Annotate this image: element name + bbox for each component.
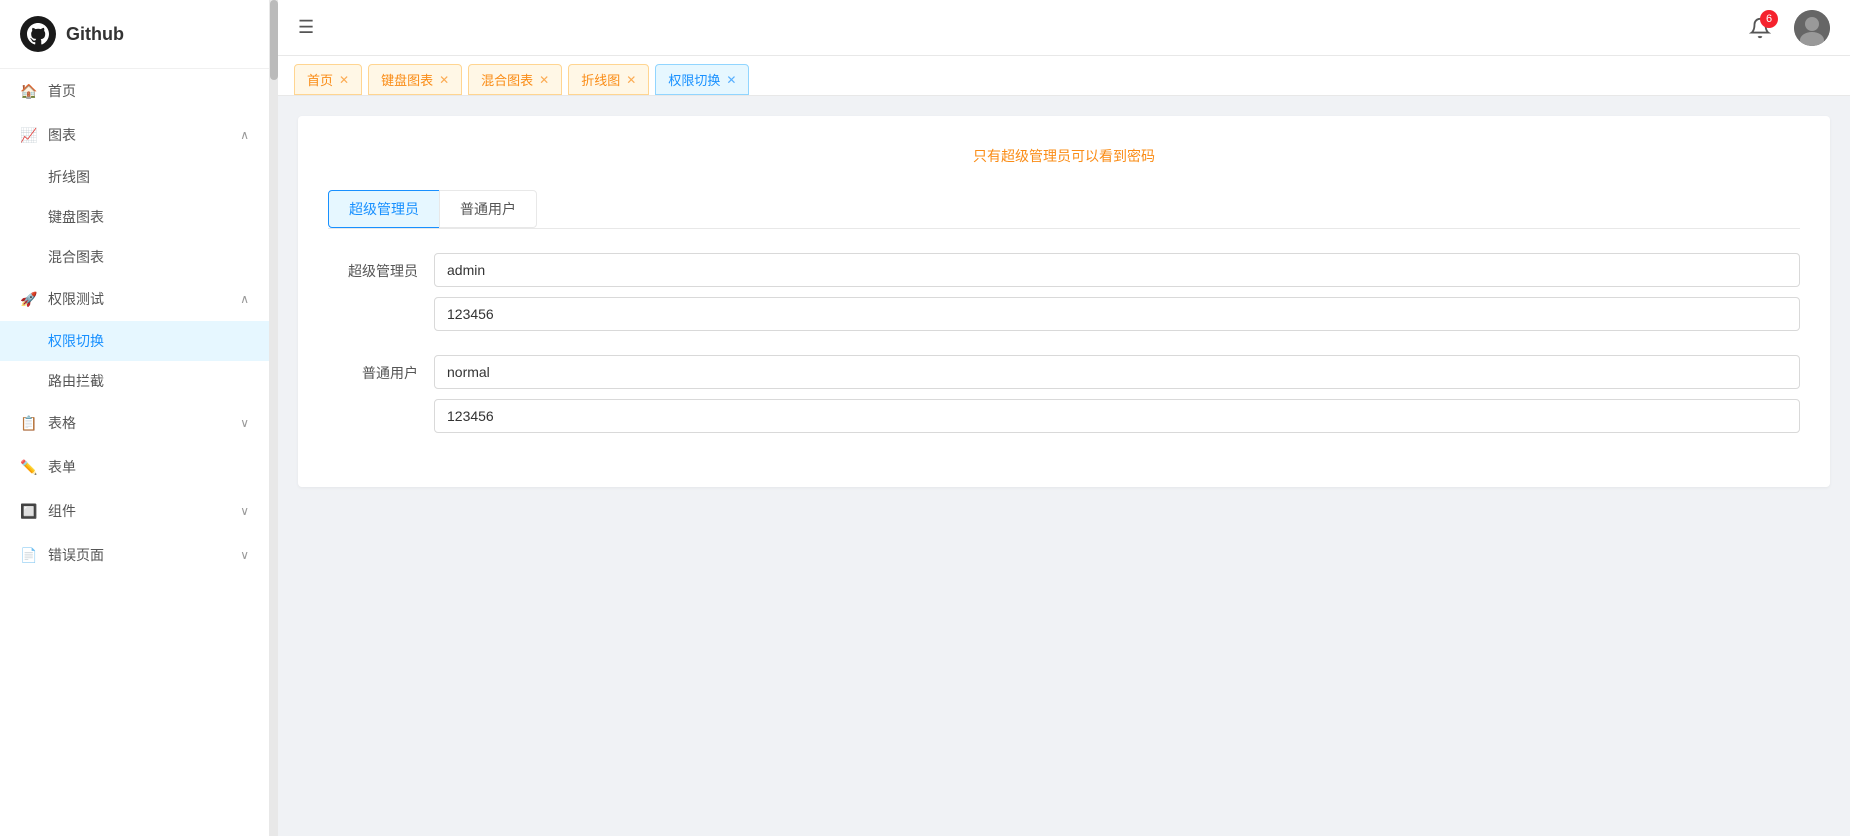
- logo-icon: [20, 16, 56, 52]
- error-pages-expand-icon: ∨: [240, 548, 249, 562]
- components-icon: 🔲: [20, 502, 38, 520]
- sidebar-item-keyboard-chart[interactable]: 键盘图表: [0, 197, 269, 237]
- tab-mixed-close[interactable]: ✕: [539, 73, 549, 87]
- table-icon: 📋: [20, 414, 38, 432]
- normal-label: 普通用户: [328, 355, 418, 383]
- sidebar-item-components[interactable]: 🔲 组件 ∨: [0, 489, 269, 533]
- tab-home-close[interactable]: ✕: [339, 73, 349, 87]
- tab-home-label: 首页: [307, 70, 333, 89]
- tab-line-label: 折线图: [581, 70, 620, 89]
- sidebar-scrollbar-thumb[interactable]: [270, 0, 278, 80]
- admin-password-input[interactable]: [434, 297, 1800, 331]
- home-icon: 🏠: [20, 82, 38, 100]
- normal-form-row: 普通用户: [328, 355, 1800, 433]
- role-tabs: 超级管理员 普通用户: [328, 190, 1800, 229]
- sidebar-item-components-label: 组件: [48, 501, 230, 521]
- tab-permission-label: 权限切换: [668, 70, 720, 89]
- main-area: ☰ 6 首页 ✕ 键盘图表: [278, 0, 1850, 836]
- normal-password-input[interactable]: [434, 399, 1800, 433]
- tab-keyboard[interactable]: 键盘图表 ✕: [368, 64, 462, 95]
- tab-home[interactable]: 首页 ✕: [294, 64, 362, 95]
- sidebar-item-home[interactable]: 🏠 首页: [0, 69, 269, 113]
- avatar-image: [1794, 10, 1830, 46]
- sidebar-logo: Github: [0, 0, 269, 69]
- sidebar-item-route-guard[interactable]: 路由拦截: [0, 361, 269, 401]
- page-content: 只有超级管理员可以看到密码 超级管理员 普通用户 超级管理员: [278, 96, 1850, 836]
- tab-mixed-label: 混合图表: [481, 70, 533, 89]
- normal-fields: [434, 355, 1800, 433]
- sidebar-item-keyboard-chart-label: 键盘图表: [48, 207, 104, 227]
- sidebar-item-form-label: 表单: [48, 457, 249, 477]
- role-tab-admin[interactable]: 超级管理员: [328, 190, 440, 228]
- sidebar-item-charts-label: 图表: [48, 125, 230, 145]
- sidebar-item-error-pages-label: 错误页面: [48, 545, 230, 565]
- sidebar-item-table[interactable]: 📋 表格 ∨: [0, 401, 269, 445]
- normal-username-input[interactable]: [434, 355, 1800, 389]
- app-title: Github: [66, 24, 124, 45]
- admin-username-input[interactable]: [434, 253, 1800, 287]
- sidebar-item-permission-test-label: 权限测试: [48, 289, 230, 309]
- avatar[interactable]: [1794, 10, 1830, 46]
- notification-badge: 6: [1760, 10, 1778, 28]
- sidebar-item-permission-test[interactable]: 🚀 权限测试 ∧: [0, 277, 269, 321]
- admin-notice: 只有超级管理员可以看到密码: [328, 146, 1800, 166]
- header-right: 6: [1742, 10, 1830, 46]
- charts-collapse-icon: ∧: [240, 128, 249, 142]
- sidebar-item-line-chart[interactable]: 折线图: [0, 157, 269, 197]
- tab-permission-close[interactable]: ✕: [726, 73, 736, 87]
- error-pages-icon: 📄: [20, 546, 38, 564]
- header-left: ☰: [298, 17, 314, 38]
- header: ☰ 6: [278, 0, 1850, 56]
- role-tab-admin-label: 超级管理员: [349, 201, 419, 217]
- tab-keyboard-label: 键盘图表: [381, 70, 433, 89]
- sidebar-item-error-pages[interactable]: 📄 错误页面 ∨: [0, 533, 269, 577]
- sidebar-item-home-label: 首页: [48, 81, 249, 101]
- sidebar-item-mixed-chart-label: 混合图表: [48, 247, 104, 267]
- tab-mixed[interactable]: 混合图表 ✕: [468, 64, 562, 95]
- content-card: 只有超级管理员可以看到密码 超级管理员 普通用户 超级管理员: [298, 116, 1830, 487]
- normal-section: 普通用户: [328, 355, 1800, 433]
- sidebar: Github 🏠 首页 📈 图表 ∧ 折线图 键盘图表 混合图表 🚀 权限测试 …: [0, 0, 270, 836]
- role-tab-normal-label: 普通用户: [460, 201, 516, 217]
- tab-keyboard-close[interactable]: ✕: [439, 73, 449, 87]
- tabs-bar: 首页 ✕ 键盘图表 ✕ 混合图表 ✕ 折线图 ✕ 权限切换 ✕: [278, 56, 1850, 96]
- table-expand-icon: ∨: [240, 416, 249, 430]
- permission-test-icon: 🚀: [20, 290, 38, 308]
- admin-form-row: 超级管理员: [328, 253, 1800, 331]
- sidebar-scrollbar[interactable]: [270, 0, 278, 836]
- menu-toggle-button[interactable]: ☰: [298, 17, 314, 38]
- notification-button[interactable]: 6: [1742, 10, 1778, 46]
- sidebar-item-table-label: 表格: [48, 413, 230, 433]
- sidebar-item-charts[interactable]: 📈 图表 ∧: [0, 113, 269, 157]
- admin-label: 超级管理员: [328, 253, 418, 281]
- tab-line[interactable]: 折线图 ✕: [568, 64, 649, 95]
- sidebar-item-form[interactable]: ✏️ 表单: [0, 445, 269, 489]
- admin-section: 超级管理员: [328, 253, 1800, 331]
- sidebar-item-permission-switch[interactable]: 权限切换: [0, 321, 269, 361]
- form-icon: ✏️: [20, 458, 38, 476]
- tab-line-close[interactable]: ✕: [626, 73, 636, 87]
- permission-test-collapse-icon: ∧: [240, 292, 249, 306]
- sidebar-item-line-chart-label: 折线图: [48, 167, 90, 187]
- sidebar-item-route-guard-label: 路由拦截: [48, 371, 104, 391]
- admin-fields: [434, 253, 1800, 331]
- role-tab-normal[interactable]: 普通用户: [439, 190, 537, 228]
- components-expand-icon: ∨: [240, 504, 249, 518]
- tab-permission[interactable]: 权限切换 ✕: [655, 64, 749, 95]
- charts-icon: 📈: [20, 126, 38, 144]
- sidebar-item-mixed-chart[interactable]: 混合图表: [0, 237, 269, 277]
- sidebar-item-permission-switch-label: 权限切换: [48, 331, 104, 351]
